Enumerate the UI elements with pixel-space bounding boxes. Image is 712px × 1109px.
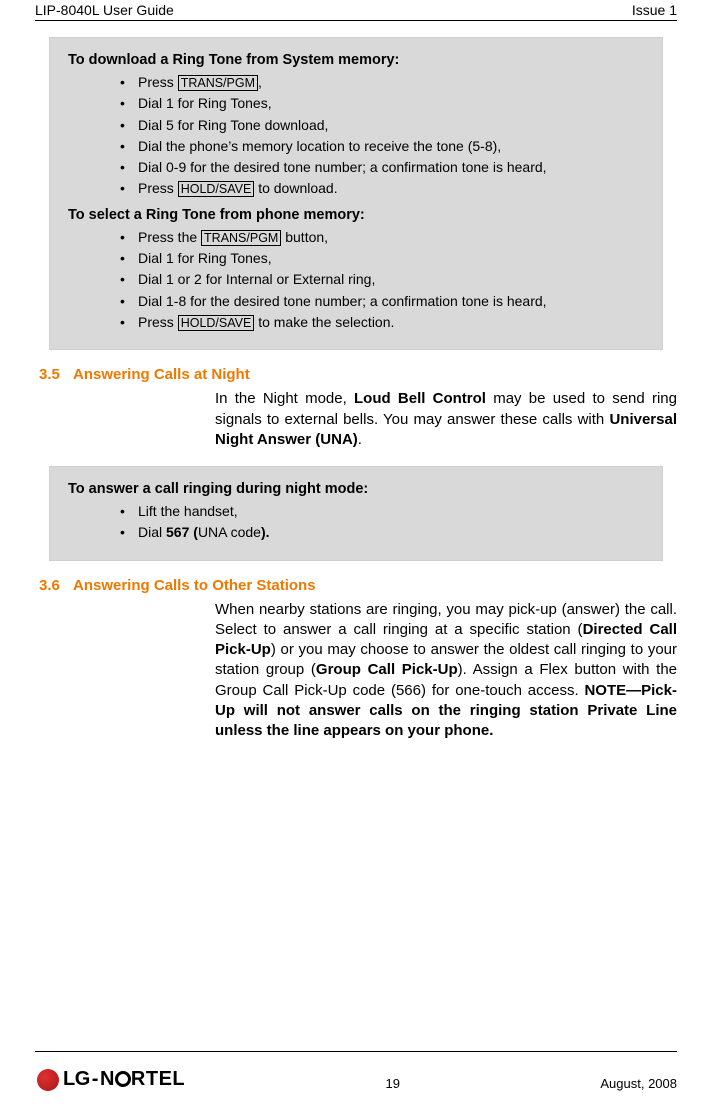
- step: Dial 567 (UNA code).: [120, 522, 644, 542]
- section-3-6-heading: 3.6 Answering Calls to Other Stations: [35, 577, 677, 594]
- key-hold-save: HOLD/SAVE: [178, 315, 255, 331]
- step: Press HOLD/SAVE to make the selection.: [120, 312, 644, 332]
- text-bold: Loud Bell Control: [354, 390, 486, 407]
- section-3-5-heading: 3.5 Answering Calls at Night: [35, 366, 677, 383]
- doc-header: LIP-8040L User Guide Issue 1: [35, 0, 677, 18]
- step: Dial 1 or 2 for Internal or External rin…: [120, 269, 644, 289]
- step: Press HOLD/SAVE to download.: [120, 178, 644, 198]
- text: In the Night mode,: [215, 390, 354, 407]
- logo-n-text: N: [100, 1068, 115, 1090]
- text: Press: [138, 314, 178, 330]
- footer-rule: [35, 1051, 677, 1052]
- header-rule: [35, 20, 677, 21]
- text: ,: [258, 74, 262, 90]
- text: Press the: [138, 229, 201, 245]
- section-3-5-body: In the Night mode, Loud Bell Control may…: [215, 389, 677, 450]
- logo-lg-text: LG: [63, 1068, 90, 1091]
- text: Press: [138, 180, 178, 196]
- logo-rtel-text: RTEL: [131, 1068, 185, 1090]
- step: Press the TRANS/PGM button,: [120, 227, 644, 247]
- box2-heading: To answer a call ringing during night mo…: [68, 481, 644, 497]
- procedure-box-night-answer: To answer a call ringing during night mo…: [49, 466, 663, 561]
- footer-date: August, 2008: [600, 1056, 677, 1091]
- text: .: [358, 431, 362, 448]
- text: to make the selection.: [254, 314, 394, 330]
- step: Dial 1-8 for the desired tone number; a …: [120, 291, 644, 311]
- doc-title: LIP-8040L User Guide: [35, 2, 174, 18]
- key-trans-pgm: TRANS/PGM: [201, 230, 281, 246]
- section-num: 3.5: [35, 366, 73, 383]
- text-bold: Group Call Pick-Up: [316, 661, 458, 678]
- procedure-box-ringtone: To download a Ring Tone from System memo…: [49, 37, 663, 350]
- box2-steps: Lift the handset, Dial 567 (UNA code).: [68, 501, 644, 543]
- step: Lift the handset,: [120, 501, 644, 521]
- text: button,: [281, 229, 328, 245]
- logo-dash: -: [92, 1068, 98, 1091]
- doc-issue: Issue 1: [632, 2, 677, 18]
- step: Dial 0-9 for the desired tone number; a …: [120, 157, 644, 177]
- section-title: Answering Calls to Other Stations: [73, 577, 316, 594]
- key-hold-save: HOLD/SAVE: [178, 181, 255, 197]
- text: to download.: [254, 180, 337, 196]
- step: Press TRANS/PGM,: [120, 72, 644, 92]
- section-3-6-body: When nearby stations are ringing, you ma…: [215, 600, 677, 742]
- text: Press: [138, 74, 178, 90]
- box1-heading2: To select a Ring Tone from phone memory:: [68, 207, 644, 223]
- step: Dial 1 for Ring Tones,: [120, 248, 644, 268]
- text: Dial: [138, 524, 166, 540]
- lg-nortel-logo: LG - N RTEL: [35, 1068, 185, 1091]
- text-bold: 567 (: [166, 524, 198, 540]
- box1-steps1: Press TRANS/PGM, Dial 1 for Ring Tones, …: [68, 72, 644, 199]
- doc-footer: LG - N RTEL 19 August, 2008: [35, 1051, 677, 1091]
- box1-steps2: Press the TRANS/PGM button, Dial 1 for R…: [68, 227, 644, 332]
- box1-heading1: To download a Ring Tone from System memo…: [68, 52, 644, 68]
- step: Dial 1 for Ring Tones,: [120, 93, 644, 113]
- text: UNA code: [198, 524, 261, 540]
- section-title: Answering Calls at Night: [73, 366, 250, 383]
- section-num: 3.6: [35, 577, 73, 594]
- step: Dial 5 for Ring Tone download,: [120, 115, 644, 135]
- key-trans-pgm: TRANS/PGM: [178, 75, 258, 91]
- globe-icon: [115, 1071, 131, 1087]
- step: Dial the phone’s memory location to rece…: [120, 136, 644, 156]
- logo-face-icon: [37, 1069, 59, 1091]
- page-number: 19: [185, 1056, 600, 1091]
- text-bold: ).: [261, 524, 270, 540]
